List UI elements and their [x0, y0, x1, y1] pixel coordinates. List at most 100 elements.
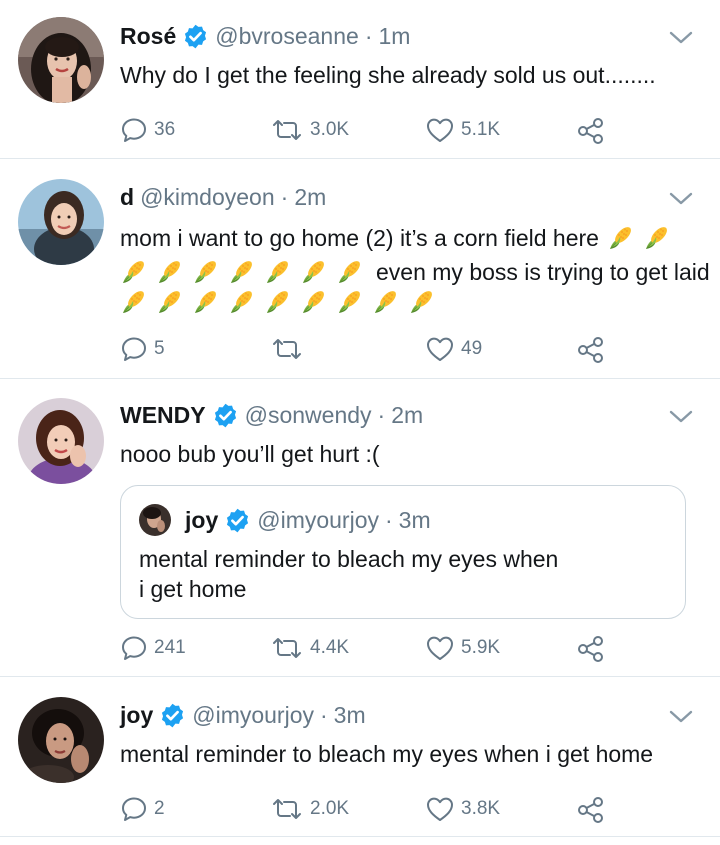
tweet-actions: 2 2.0K 3.8K: [120, 795, 620, 825]
reply-button[interactable]: 5: [120, 335, 165, 363]
heart-icon: [425, 116, 455, 144]
tweet-4[interactable]: joy @imyourjoy · 3m mental reminder to b…: [0, 677, 720, 837]
tweet-text: mom i want to go home (2) it’s a corn fi…: [120, 221, 710, 315]
tweet-1[interactable]: Rosé @bvroseanne · 1m Why do I get the f…: [0, 0, 720, 159]
corn-emoji-icon: [643, 225, 669, 251]
display-name[interactable]: d: [120, 183, 134, 211]
share-button[interactable]: [576, 335, 606, 365]
corn-emoji-icon: [156, 259, 182, 285]
corn-emoji-icon: [228, 259, 254, 285]
corn-emoji-icon: [300, 289, 326, 315]
reply-icon: [120, 634, 148, 662]
corn-emoji-icon: [336, 259, 362, 285]
reply-count: 241: [154, 637, 186, 658]
display-name[interactable]: Rosé: [120, 22, 176, 50]
handle[interactable]: @bvroseanne: [215, 22, 359, 50]
corn-emoji-icon: [607, 225, 633, 251]
chevron-down-icon[interactable]: [668, 191, 694, 207]
reply-button[interactable]: 241: [120, 634, 186, 662]
retweet-button[interactable]: 3.0K: [270, 116, 349, 144]
reply-icon: [120, 335, 148, 363]
like-count: 3.8K: [461, 798, 501, 819]
retweet-count: 4.4K: [310, 637, 350, 658]
timestamp[interactable]: 2m: [391, 401, 423, 429]
like-count: 5.1K: [461, 119, 501, 140]
timestamp[interactable]: 1m: [378, 22, 410, 50]
retweet-button[interactable]: 2.0K: [270, 795, 349, 823]
heart-icon: [425, 335, 455, 363]
reply-button[interactable]: 2: [120, 795, 165, 823]
corn-emoji-icon: [264, 259, 290, 285]
separator-dot: ·: [364, 23, 373, 49]
separator-dot: ·: [320, 702, 328, 728]
tweet-header: WENDY @sonwendy · 2m: [120, 401, 660, 429]
verified-badge-icon: [212, 402, 239, 429]
tweet-actions: 36 3.0K 5.1K: [120, 116, 620, 146]
tweet-3[interactable]: WENDY @sonwendy · 2m nooo bub you’ll get…: [0, 379, 720, 677]
share-button[interactable]: [576, 795, 606, 825]
display-name[interactable]: joy: [120, 701, 153, 729]
like-button[interactable]: 5.9K: [425, 634, 500, 662]
reply-button[interactable]: 36: [120, 116, 175, 144]
tweet-header: joy @imyourjoy · 3m: [120, 701, 660, 729]
like-button[interactable]: 3.8K: [425, 795, 500, 823]
retweet-icon: [270, 795, 304, 823]
tweet-header: d @kimdoyeon · 2m: [120, 183, 660, 211]
handle[interactable]: @kimdoyeon: [140, 183, 275, 211]
corn-emoji-icon: [120, 289, 146, 315]
like-button[interactable]: 5.1K: [425, 116, 500, 144]
tweet-actions: 241 4.4K 5.9K: [120, 634, 620, 664]
heart-icon: [425, 795, 455, 823]
quoted-tweet[interactable]: joy @imyourjoy · 3m mental reminder to b…: [120, 485, 686, 619]
separator-dot: ·: [280, 184, 289, 210]
corn-emoji-icon: [264, 289, 290, 315]
tweet-actions: 5 49: [120, 335, 620, 365]
like-button[interactable]: 49: [425, 335, 482, 363]
tweet-text-line-1: mom i want to go home (2) it’s a corn fi…: [120, 221, 700, 255]
handle[interactable]: @imyourjoy: [192, 701, 314, 729]
retweet-button[interactable]: [270, 335, 310, 363]
display-name[interactable]: WENDY: [120, 401, 206, 429]
reply-count: 2: [154, 798, 165, 819]
chevron-down-icon[interactable]: [668, 709, 694, 725]
share-button[interactable]: [576, 116, 606, 146]
avatar-rose[interactable]: [18, 17, 104, 103]
retweet-icon: [270, 634, 304, 662]
timestamp[interactable]: 2m: [294, 183, 326, 211]
separator-dot: ·: [385, 507, 393, 533]
tweet-text: Why do I get the feeling she already sol…: [120, 62, 656, 88]
avatar-joy[interactable]: [18, 697, 104, 783]
share-icon: [576, 116, 606, 146]
verified-badge-icon: [224, 507, 251, 534]
share-button[interactable]: [576, 634, 606, 664]
tweet-2[interactable]: d @kimdoyeon · 2m mom i want to go home …: [0, 159, 720, 379]
quoted-handle: @imyourjoy: [257, 507, 379, 533]
retweet-icon: [270, 335, 304, 363]
tweet-text-line-2: even my boss is trying to get laid: [120, 255, 710, 289]
retweet-count: 2.0K: [310, 798, 350, 819]
corn-emoji-icon: [336, 289, 362, 315]
reply-count: 5: [154, 338, 165, 359]
corn-emoji-icon: [156, 289, 182, 315]
like-count: 5.9K: [461, 637, 501, 658]
quoted-display-name: joy: [185, 507, 219, 533]
quoted-timestamp: 3m: [398, 507, 431, 533]
share-icon: [576, 335, 606, 365]
avatar-joy-small[interactable]: [139, 504, 171, 536]
reply-count: 36: [154, 119, 176, 140]
chevron-down-icon[interactable]: [668, 30, 694, 46]
tweet-feed: Rosé @bvroseanne · 1m Why do I get the f…: [0, 0, 720, 837]
retweet-icon: [270, 116, 304, 144]
retweet-button[interactable]: 4.4K: [270, 634, 349, 662]
corn-emoji-icon: [192, 259, 218, 285]
avatar-d[interactable]: [18, 179, 104, 265]
handle[interactable]: @sonwendy: [245, 401, 372, 429]
share-icon: [576, 795, 606, 825]
tweet-header: Rosé @bvroseanne · 1m: [120, 22, 660, 50]
tweet-text-part-1: mom i want to go home (2) it’s a corn fi…: [120, 225, 599, 251]
heart-icon: [425, 634, 455, 662]
chevron-down-icon[interactable]: [668, 409, 694, 425]
reply-icon: [120, 795, 148, 823]
timestamp[interactable]: 3m: [334, 701, 366, 729]
avatar-wendy[interactable]: [18, 398, 104, 484]
